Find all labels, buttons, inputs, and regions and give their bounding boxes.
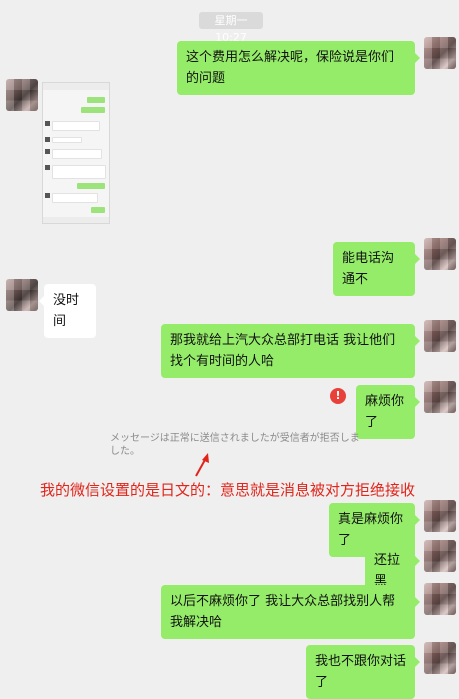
thumb-avatar [45, 193, 50, 198]
thumb-status-bar [43, 83, 109, 90]
thumb-avatar [45, 137, 50, 142]
my-avatar[interactable] [424, 540, 456, 572]
system-notice: メッセージは正常に送信されましたが受信者が拒否しました。 [110, 433, 360, 457]
thumb-bubble [52, 121, 100, 131]
screenshot-image[interactable] [42, 82, 110, 224]
thumb-bubble [52, 165, 106, 179]
thumb-bubble [77, 183, 105, 189]
arrow-icon [195, 453, 209, 477]
my-avatar[interactable] [424, 320, 456, 352]
message-bubble-outgoing[interactable]: 以后不麻烦你了 我让大众总部找别人帮我解决哈 [161, 585, 420, 639]
thumb-bubble [81, 107, 105, 113]
my-avatar[interactable] [424, 583, 456, 615]
my-avatar[interactable] [424, 238, 456, 270]
message-bubble-outgoing[interactable]: 我也不跟你对话了 [306, 645, 420, 699]
message-bubble-outgoing[interactable]: 这个费用怎么解决呢，保险说是你们的问题 [177, 41, 420, 95]
thumb-bubble [91, 207, 105, 213]
send-failed-icon[interactable]: ! [330, 388, 346, 404]
thumb-bubble [52, 193, 98, 203]
thumb-avatar [45, 149, 50, 154]
thumb-bubble [52, 149, 102, 159]
contact-avatar[interactable] [6, 279, 38, 311]
my-avatar[interactable] [424, 381, 456, 413]
timestamp: 星期一 10:27 [199, 12, 263, 44]
message-bubble-outgoing[interactable]: 麻烦你了 [356, 385, 420, 439]
thumb-input-bar [43, 217, 109, 223]
annotation-text: 我的微信设置的是日文的：意思就是消息被对方拒绝接收 [40, 481, 416, 499]
thumb-avatar [45, 165, 50, 170]
message-bubble-outgoing[interactable]: 那我就给上汽大众总部打电话 我让他们找个有时间的人哈 [161, 324, 420, 378]
contact-avatar[interactable] [6, 79, 38, 111]
thumb-bubble [87, 97, 105, 103]
my-avatar[interactable] [424, 642, 456, 674]
message-bubble-incoming[interactable]: 没时间 [39, 284, 96, 338]
thumb-avatar [45, 121, 50, 126]
message-bubble-outgoing[interactable]: 能电话沟通不 [333, 242, 420, 296]
my-avatar[interactable] [424, 500, 456, 532]
thumb-bubble [52, 137, 82, 143]
my-avatar[interactable] [424, 37, 456, 69]
